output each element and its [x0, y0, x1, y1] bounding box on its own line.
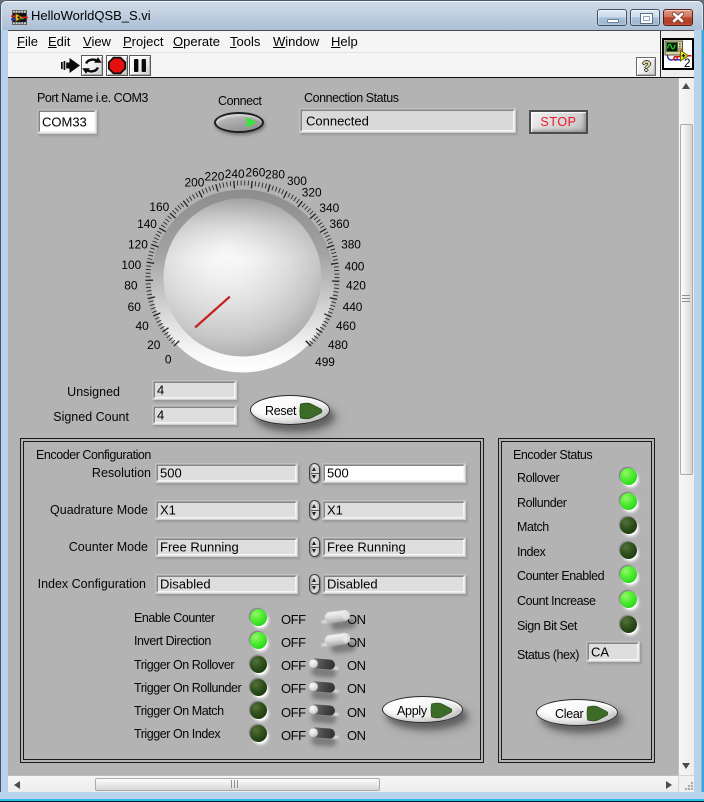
svg-text:200: 200 — [184, 175, 204, 189]
svg-text:220: 220 — [204, 169, 224, 183]
svg-text:380: 380 — [341, 237, 361, 251]
svg-text:320: 320 — [302, 186, 322, 200]
svg-text:460: 460 — [336, 319, 356, 333]
svg-text:360: 360 — [329, 217, 349, 231]
svg-text:420: 420 — [346, 278, 366, 292]
svg-text:120: 120 — [128, 237, 148, 251]
svg-text:140: 140 — [137, 217, 157, 231]
svg-text:480: 480 — [328, 338, 348, 352]
svg-text:0: 0 — [165, 353, 172, 367]
svg-text:2: 2 — [684, 58, 690, 68]
svg-text:100: 100 — [121, 258, 141, 272]
svg-text:60: 60 — [128, 300, 142, 314]
svg-text:240: 240 — [225, 167, 245, 181]
svg-text:260: 260 — [245, 165, 265, 179]
svg-text:440: 440 — [343, 300, 363, 314]
svg-text:160: 160 — [149, 200, 169, 214]
svg-text:40: 40 — [135, 319, 149, 333]
svg-text:80: 80 — [124, 278, 138, 292]
svg-text:499: 499 — [315, 355, 335, 369]
svg-text:280: 280 — [265, 167, 285, 181]
svg-text:400: 400 — [345, 259, 365, 273]
svg-text:20: 20 — [147, 338, 161, 352]
svg-text:340: 340 — [319, 201, 339, 215]
